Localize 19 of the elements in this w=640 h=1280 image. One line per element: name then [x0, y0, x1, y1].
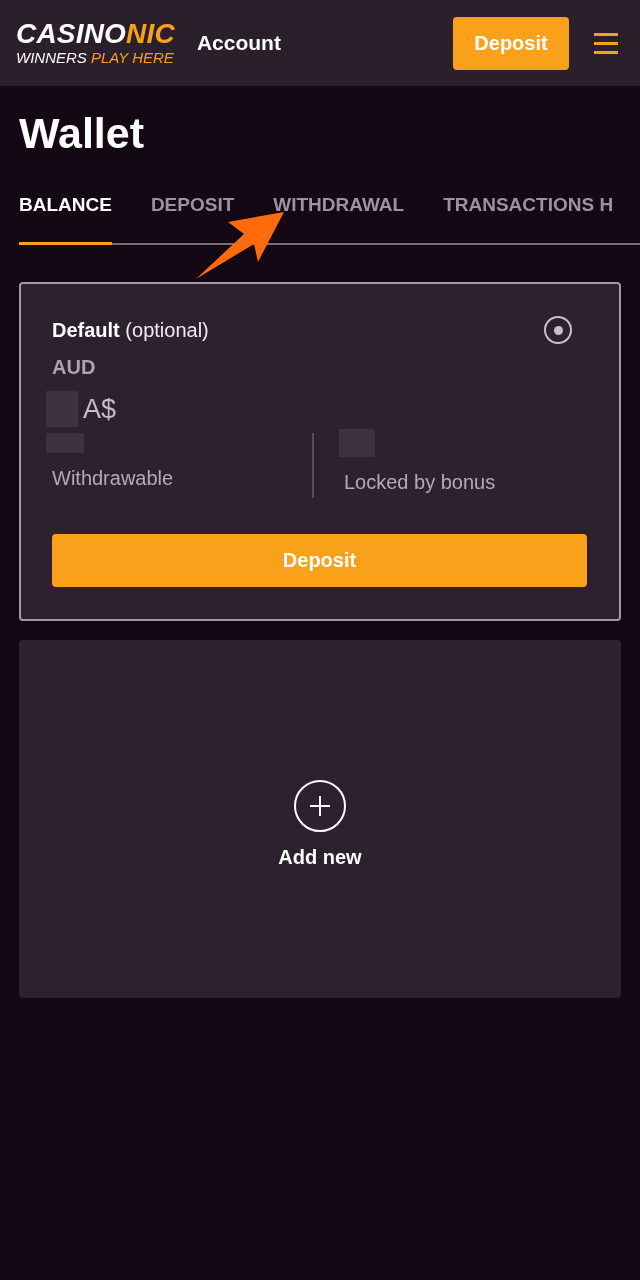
tab[interactable]: BALANCE [19, 182, 112, 245]
page-title: Wallet [19, 108, 146, 159]
wallet-card[interactable]: Default (optional) AUD A$ Withdrawable Locked by bonus Deposit [19, 282, 621, 621]
add-new-card[interactable]: Add new [19, 640, 621, 998]
tab[interactable]: WITHDRAWAL [273, 182, 405, 245]
logo-tagline: WINNERS PLAY HERE [16, 49, 175, 66]
currency-symbol: A$ [83, 393, 117, 425]
plus-circle-icon [294, 779, 346, 832]
tab[interactable]: TRANSACTIONS H [443, 182, 614, 245]
add-new-label: Add new [278, 845, 362, 869]
header-title: Account [196, 31, 281, 55]
radio-button[interactable] [544, 316, 572, 344]
balance-label: Withdrawable [52, 467, 175, 491]
menu-icon[interactable] [594, 32, 618, 54]
balance-label: Locked by bonus [344, 471, 496, 495]
tab[interactable]: DEPOSIT [150, 182, 235, 245]
currency-code: AUD [52, 356, 97, 379]
wallet-name: Default (optional) [52, 318, 209, 342]
logo-wordmark[interactable]: CASINONIC [16, 20, 175, 48]
